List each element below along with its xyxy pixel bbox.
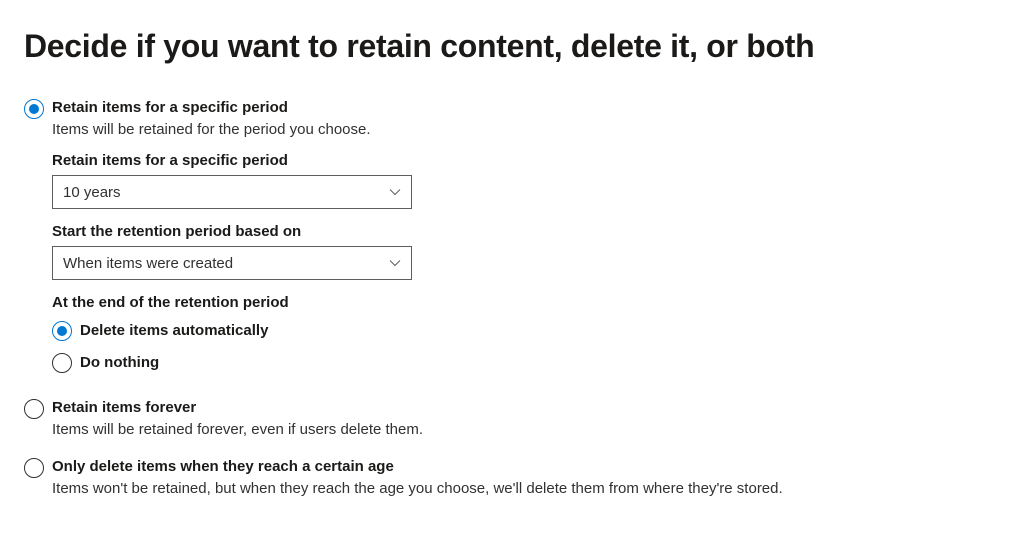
radio-selected-icon [24,99,44,119]
radio-selected-icon [52,321,72,341]
period-field-label: Retain items for a specific period [52,152,1000,169]
start-dropdown-value: When items were created [63,255,233,272]
page-title: Decide if you want to retain content, de… [24,28,1000,65]
chevron-down-icon [389,186,401,198]
retain-period-settings: Retain items for a specific period 10 ye… [52,152,1000,373]
option-retain-period[interactable]: Retain items for a specific period Items… [24,97,1000,140]
end-options-group: Delete items automatically Do nothing [52,319,1000,373]
retention-options-group: Retain items for a specific period Items… [24,97,1000,515]
option-retain-period-label: Retain items for a specific period [52,97,1000,118]
period-dropdown-value: 10 years [63,184,121,201]
end-option-do-nothing-label: Do nothing [80,354,159,371]
option-retain-period-description: Items will be retained for the period yo… [52,119,1000,140]
end-field-label: At the end of the retention period [52,294,1000,311]
option-only-delete-label: Only delete items when they reach a cert… [52,456,1000,477]
option-retain-forever-label: Retain items forever [52,397,1000,418]
option-retain-forever[interactable]: Retain items forever Items will be retai… [24,397,1000,440]
radio-unselected-icon [24,458,44,478]
end-option-delete-auto-label: Delete items automatically [80,322,268,339]
end-option-do-nothing[interactable]: Do nothing [52,351,1000,373]
end-option-delete-auto[interactable]: Delete items automatically [52,319,1000,341]
option-only-delete-description: Items won't be retained, but when they r… [52,478,1000,499]
start-dropdown[interactable]: When items were created [52,246,412,280]
radio-unselected-icon [24,399,44,419]
start-field-label: Start the retention period based on [52,223,1000,240]
chevron-down-icon [389,257,401,269]
option-retain-forever-description: Items will be retained forever, even if … [52,419,1000,440]
radio-unselected-icon [52,353,72,373]
period-dropdown[interactable]: 10 years [52,175,412,209]
option-only-delete[interactable]: Only delete items when they reach a cert… [24,456,1000,499]
